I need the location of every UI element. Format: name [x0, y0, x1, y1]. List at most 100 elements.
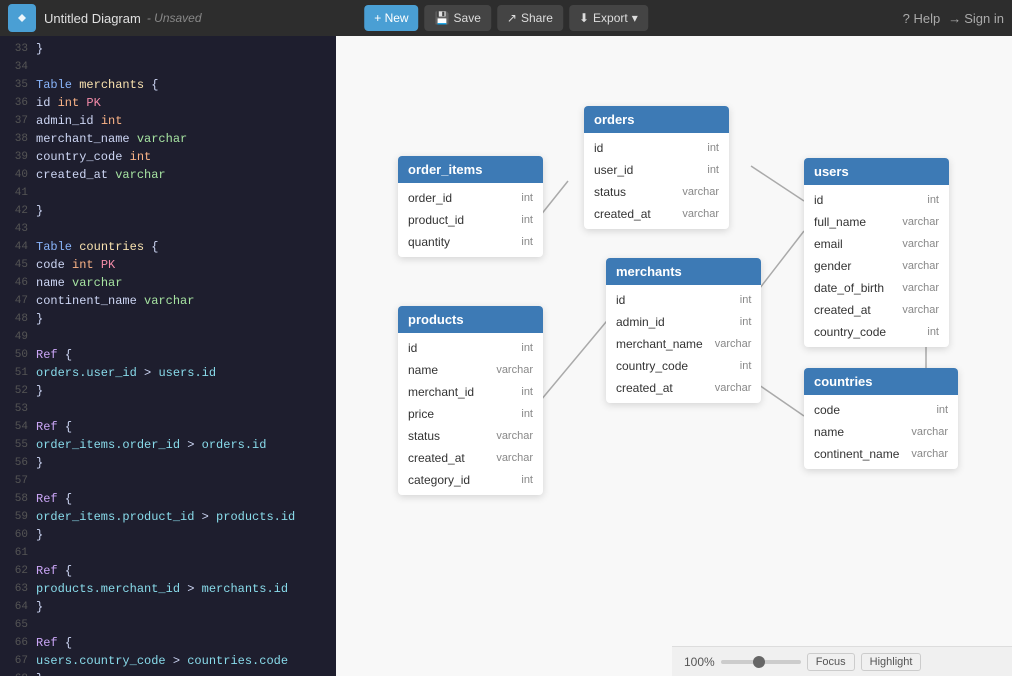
line-number: 38: [0, 131, 28, 148]
field-row: merchant_name varchar: [606, 333, 761, 355]
new-button[interactable]: + New: [364, 5, 418, 31]
code-line: 45 code int PK: [0, 256, 336, 274]
table-products[interactable]: products id int name varchar merchant_id…: [398, 306, 543, 495]
line-number: 45: [0, 257, 28, 274]
code-editor[interactable]: 33}3435Table merchants {36 id int PK37 a…: [0, 36, 336, 676]
field-row: gender varchar: [804, 255, 949, 277]
line-number: 40: [0, 167, 28, 184]
line-content: Ref {: [36, 346, 72, 364]
highlight-button[interactable]: Highlight: [861, 653, 922, 671]
table-orders-header: orders: [584, 106, 729, 133]
table-users[interactable]: users id int full_name varchar email var…: [804, 158, 949, 347]
code-line: 41: [0, 184, 336, 202]
field-row: status varchar: [584, 181, 729, 203]
code-line: 40 created_at varchar: [0, 166, 336, 184]
line-number: 65: [0, 617, 28, 634]
field-row: name varchar: [398, 359, 543, 381]
code-line: 55 order_items.order_id > orders.id: [0, 436, 336, 454]
line-content: name varchar: [36, 274, 122, 292]
export-button[interactable]: ⬇ Export ▾: [569, 5, 648, 31]
code-line: 57: [0, 472, 336, 490]
code-line: 50 Ref {: [0, 346, 336, 364]
code-line: 48}: [0, 310, 336, 328]
code-line: 66Ref {: [0, 634, 336, 652]
share-button[interactable]: ↗ Share: [497, 5, 563, 31]
help-link[interactable]: ? Help: [903, 11, 941, 26]
code-line: 64}: [0, 598, 336, 616]
code-line: 51 orders.user_id > users.id: [0, 364, 336, 382]
line-content: merchant_name varchar: [36, 130, 187, 148]
field-row: status varchar: [398, 425, 543, 447]
table-countries[interactable]: countries code int name varchar continen…: [804, 368, 958, 469]
line-number: 35: [0, 77, 28, 94]
code-line: 46 name varchar: [0, 274, 336, 292]
diagram-title[interactable]: Untitled Diagram: [44, 11, 141, 26]
line-content: }: [36, 598, 43, 616]
table-order-items-body: order_id int product_id int quantity int: [398, 183, 543, 257]
code-line: 37 admin_id int: [0, 112, 336, 130]
field-row: name varchar: [804, 421, 958, 443]
chevron-down-icon: ▾: [632, 11, 638, 25]
table-products-header: products: [398, 306, 543, 333]
line-number: 37: [0, 113, 28, 130]
bottom-bar: 100% Focus Highlight From Holistics folk…: [672, 646, 1012, 676]
line-number: 67: [0, 653, 28, 670]
line-content: order_items.product_id > products.id: [36, 508, 295, 526]
line-number: 49: [0, 329, 28, 346]
field-row: country_code int: [804, 321, 949, 343]
line-content: Ref {: [36, 490, 72, 508]
signin-link[interactable]: → Sign in: [948, 11, 1004, 26]
line-number: 62: [0, 563, 28, 580]
line-number: 63: [0, 581, 28, 598]
zoom-slider[interactable]: [721, 660, 801, 664]
signin-icon: →: [948, 11, 961, 26]
field-row: country_code int: [606, 355, 761, 377]
table-order-items-header: order_items: [398, 156, 543, 183]
field-row: product_id int: [398, 209, 543, 231]
code-line: 68}: [0, 670, 336, 676]
line-content: country_code int: [36, 148, 151, 166]
line-number: 54: [0, 419, 28, 436]
line-content: Ref {: [36, 418, 72, 436]
line-number: 68: [0, 671, 28, 676]
line-content: }: [36, 670, 43, 676]
topbar: Untitled Diagram - Unsaved + New 💾 Save …: [0, 0, 1012, 36]
save-button[interactable]: 💾 Save: [425, 5, 491, 31]
code-line: 49: [0, 328, 336, 346]
line-content: admin_id int: [36, 112, 122, 130]
line-number: 52: [0, 383, 28, 400]
field-row: category_id int: [398, 469, 543, 491]
code-line: 36 id int PK: [0, 94, 336, 112]
field-row: created_at varchar: [606, 377, 761, 399]
table-products-body: id int name varchar merchant_id int pric…: [398, 333, 543, 495]
save-icon: 💾: [435, 11, 450, 25]
table-merchants[interactable]: merchants id int admin_id int merchant_n…: [606, 258, 761, 403]
field-row: price int: [398, 403, 543, 425]
field-row: order_id int: [398, 187, 543, 209]
line-number: 51: [0, 365, 28, 382]
diagram-panel[interactable]: orders id int user_id int status varchar…: [336, 36, 1012, 676]
field-row: quantity int: [398, 231, 543, 253]
line-number: 36: [0, 95, 28, 112]
app-logo[interactable]: [8, 4, 36, 32]
line-content: }: [36, 40, 43, 58]
code-line: 59 order_items.product_id > products.id: [0, 508, 336, 526]
line-number: 50: [0, 347, 28, 364]
line-number: 42: [0, 203, 28, 220]
line-number: 48: [0, 311, 28, 328]
table-orders[interactable]: orders id int user_id int status varchar…: [584, 106, 729, 229]
line-number: 59: [0, 509, 28, 526]
focus-button[interactable]: Focus: [807, 653, 855, 671]
field-row: date_of_birth varchar: [804, 277, 949, 299]
line-number: 57: [0, 473, 28, 490]
table-order-items[interactable]: order_items order_id int product_id int …: [398, 156, 543, 257]
main-area: 33}3435Table merchants {36 id int PK37 a…: [0, 36, 1012, 676]
line-content: continent_name varchar: [36, 292, 194, 310]
code-line: 67 users.country_code > countries.code: [0, 652, 336, 670]
code-editor-panel[interactable]: 33}3435Table merchants {36 id int PK37 a…: [0, 36, 336, 676]
code-line: 52}: [0, 382, 336, 400]
field-row: created_at varchar: [398, 447, 543, 469]
code-line: 56}: [0, 454, 336, 472]
field-row: id int: [606, 289, 761, 311]
code-line: 54 Ref {: [0, 418, 336, 436]
